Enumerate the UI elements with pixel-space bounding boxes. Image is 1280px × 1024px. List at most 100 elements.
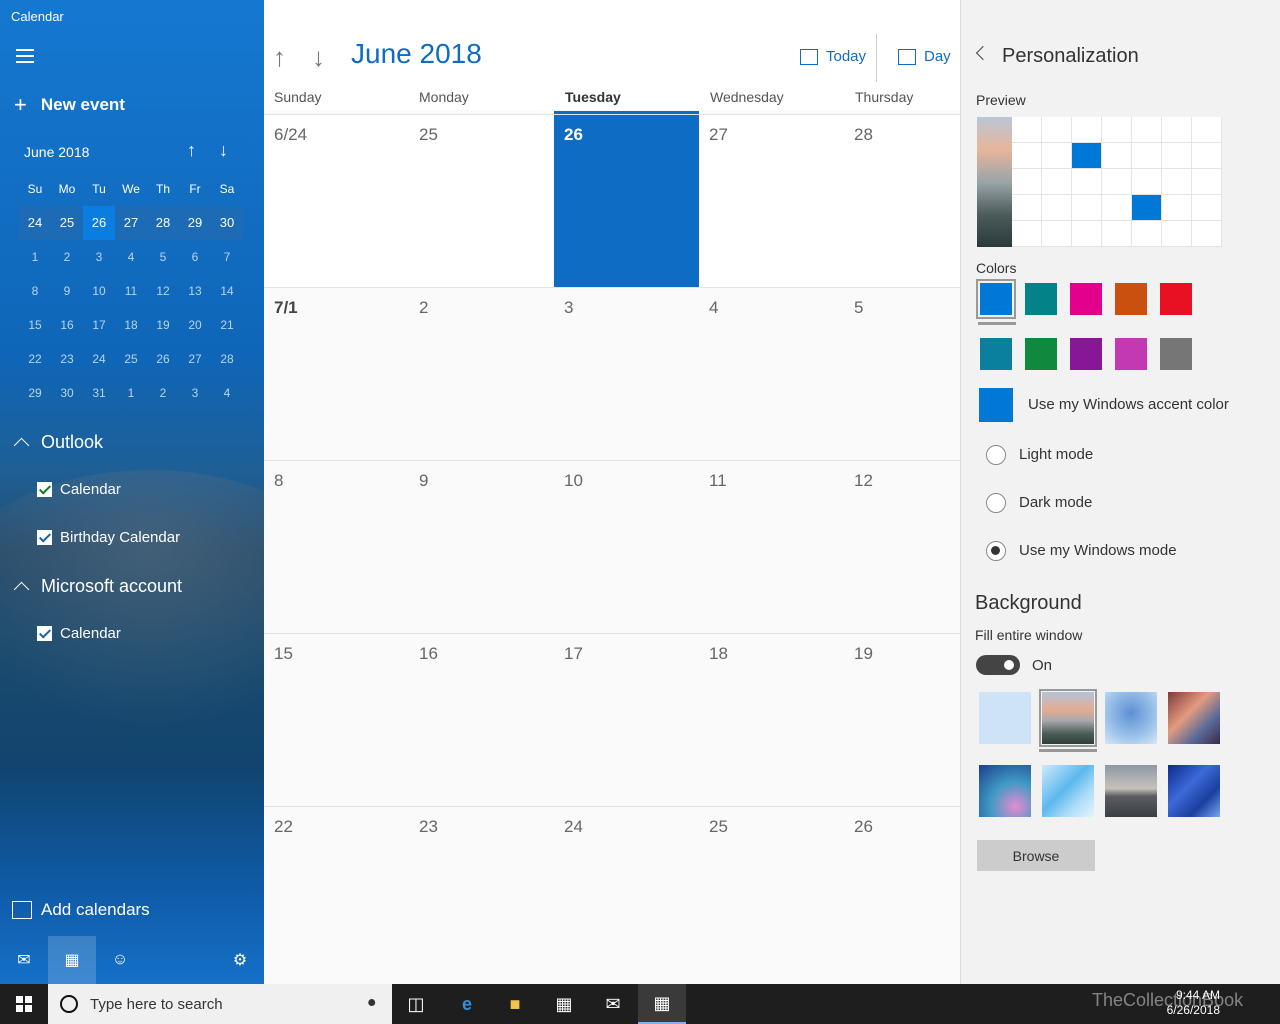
- mini-day[interactable]: 5: [147, 250, 179, 264]
- day-cell[interactable]: 27: [699, 115, 844, 288]
- background-thumb-lake[interactable]: [1105, 765, 1157, 817]
- mini-day[interactable]: 1: [19, 250, 51, 264]
- day-cell[interactable]: 16: [409, 634, 554, 807]
- mini-day[interactable]: 7: [211, 250, 243, 264]
- mini-day[interactable]: 26: [83, 206, 115, 240]
- mini-day[interactable]: 9: [51, 284, 83, 298]
- day-cell[interactable]: 17: [554, 634, 699, 807]
- day-cell[interactable]: 7/1: [264, 288, 409, 461]
- accent-color-swatch[interactable]: [979, 388, 1013, 422]
- mini-day[interactable]: 25: [51, 206, 83, 240]
- day-view-button[interactable]: Day: [898, 48, 951, 65]
- light-mode-label[interactable]: Light mode: [1019, 446, 1093, 463]
- windows-mode-radio[interactable]: [986, 541, 1006, 561]
- mini-prev-arrow-icon[interactable]: ↑: [187, 140, 196, 161]
- mini-day[interactable]: 3: [179, 386, 211, 400]
- mini-day[interactable]: 24: [83, 352, 115, 366]
- prev-month-arrow-icon[interactable]: ↑: [273, 42, 286, 73]
- mini-day[interactable]: 27: [179, 352, 211, 366]
- mini-day[interactable]: 16: [51, 318, 83, 332]
- color-swatch[interactable]: [1115, 338, 1147, 370]
- dark-mode-label[interactable]: Dark mode: [1019, 494, 1092, 511]
- mini-day[interactable]: 30: [211, 206, 243, 240]
- day-cell[interactable]: 6/24: [264, 115, 409, 288]
- mini-day[interactable]: 3: [83, 250, 115, 264]
- edge-browser-icon[interactable]: e: [443, 984, 491, 1024]
- day-cell[interactable]: 22: [264, 807, 409, 980]
- day-cell[interactable]: 3: [554, 288, 699, 461]
- back-arrow-icon[interactable]: [975, 45, 991, 61]
- hamburger-menu-icon[interactable]: [16, 49, 34, 63]
- calendar-item-outlook-calendar[interactable]: Calendar: [37, 481, 121, 498]
- file-explorer-icon[interactable]: ■: [491, 984, 539, 1024]
- background-thumb-geometric[interactable]: [1042, 765, 1094, 817]
- day-cell[interactable]: 2: [409, 288, 554, 461]
- calendar-icon[interactable]: ▦: [48, 936, 96, 984]
- mail-app-icon[interactable]: ✉: [589, 984, 637, 1024]
- mini-day[interactable]: 25: [115, 352, 147, 366]
- background-thumb-tree[interactable]: [1105, 692, 1157, 744]
- day-cell[interactable]: 23: [409, 807, 554, 980]
- calendar-item-ms-calendar[interactable]: Calendar: [37, 625, 121, 642]
- mini-day[interactable]: 29: [19, 386, 51, 400]
- task-view-icon[interactable]: ◫: [392, 984, 440, 1024]
- mini-day[interactable]: 26: [147, 352, 179, 366]
- microphone-icon[interactable]: ⚫: [365, 994, 378, 1012]
- day-cell[interactable]: 24: [554, 807, 699, 980]
- today-button[interactable]: Today: [800, 48, 866, 65]
- mini-day[interactable]: 30: [51, 386, 83, 400]
- start-button[interactable]: [0, 984, 48, 1024]
- mini-day[interactable]: 22: [19, 352, 51, 366]
- light-mode-radio[interactable]: [986, 445, 1006, 465]
- windows-mode-label[interactable]: Use my Windows mode: [1019, 542, 1177, 559]
- mini-day[interactable]: 21: [211, 318, 243, 332]
- mini-day[interactable]: 27: [115, 206, 147, 240]
- mini-day[interactable]: 8: [19, 284, 51, 298]
- color-swatch[interactable]: [1115, 283, 1147, 315]
- mini-day[interactable]: 29: [179, 206, 211, 240]
- add-calendars-button[interactable]: Add calendars: [12, 900, 150, 920]
- day-cell[interactable]: 8: [264, 461, 409, 634]
- mini-day[interactable]: 19: [147, 318, 179, 332]
- mini-day[interactable]: 4: [115, 250, 147, 264]
- store-icon[interactable]: ▦: [540, 984, 588, 1024]
- mini-calendar-title[interactable]: June 2018: [24, 144, 89, 160]
- mini-next-arrow-icon[interactable]: ↓: [219, 140, 228, 161]
- calendar-item-birthday[interactable]: Birthday Calendar: [37, 529, 180, 546]
- mini-day[interactable]: 15: [19, 318, 51, 332]
- mini-day[interactable]: 12: [147, 284, 179, 298]
- taskbar-search[interactable]: Type here to search ⚫: [48, 984, 392, 1024]
- color-swatch[interactable]: [1070, 283, 1102, 315]
- mini-day[interactable]: 2: [51, 250, 83, 264]
- mini-day[interactable]: 28: [211, 352, 243, 366]
- mini-day[interactable]: 24: [19, 206, 51, 240]
- mini-day[interactable]: 2: [147, 386, 179, 400]
- color-swatch[interactable]: [1160, 283, 1192, 315]
- background-thumb-stars[interactable]: [1168, 765, 1220, 817]
- mini-day[interactable]: 18: [115, 318, 147, 332]
- new-event-button[interactable]: + New event: [14, 92, 125, 118]
- color-swatch[interactable]: [1025, 283, 1057, 315]
- day-cell[interactable]: 26: [554, 115, 699, 288]
- next-month-arrow-icon[interactable]: ↓: [312, 42, 325, 73]
- mini-day[interactable]: 31: [83, 386, 115, 400]
- day-cell[interactable]: 9: [409, 461, 554, 634]
- calendar-app-icon[interactable]: ▦: [638, 984, 686, 1024]
- mini-day[interactable]: 1: [115, 386, 147, 400]
- accent-color-label[interactable]: Use my Windows accent color: [1028, 396, 1229, 413]
- group-outlook[interactable]: Outlook: [13, 432, 103, 454]
- background-thumb-plain[interactable]: [979, 692, 1031, 744]
- group-microsoft-account[interactable]: Microsoft account: [13, 576, 182, 598]
- mini-day[interactable]: 4: [211, 386, 243, 400]
- browse-button[interactable]: Browse: [977, 840, 1095, 871]
- background-thumb-canyon[interactable]: [1168, 692, 1220, 744]
- settings-gear-icon[interactable]: ⚙: [216, 936, 264, 984]
- mail-icon[interactable]: ✉: [0, 936, 48, 984]
- checkbox-checked-icon[interactable]: [37, 530, 52, 545]
- mini-day[interactable]: 14: [211, 284, 243, 298]
- checkbox-checked-icon[interactable]: [37, 626, 52, 641]
- day-cell[interactable]: 25: [699, 807, 844, 980]
- mini-day[interactable]: 6: [179, 250, 211, 264]
- day-cell[interactable]: 10: [554, 461, 699, 634]
- mini-day[interactable]: 11: [115, 284, 147, 298]
